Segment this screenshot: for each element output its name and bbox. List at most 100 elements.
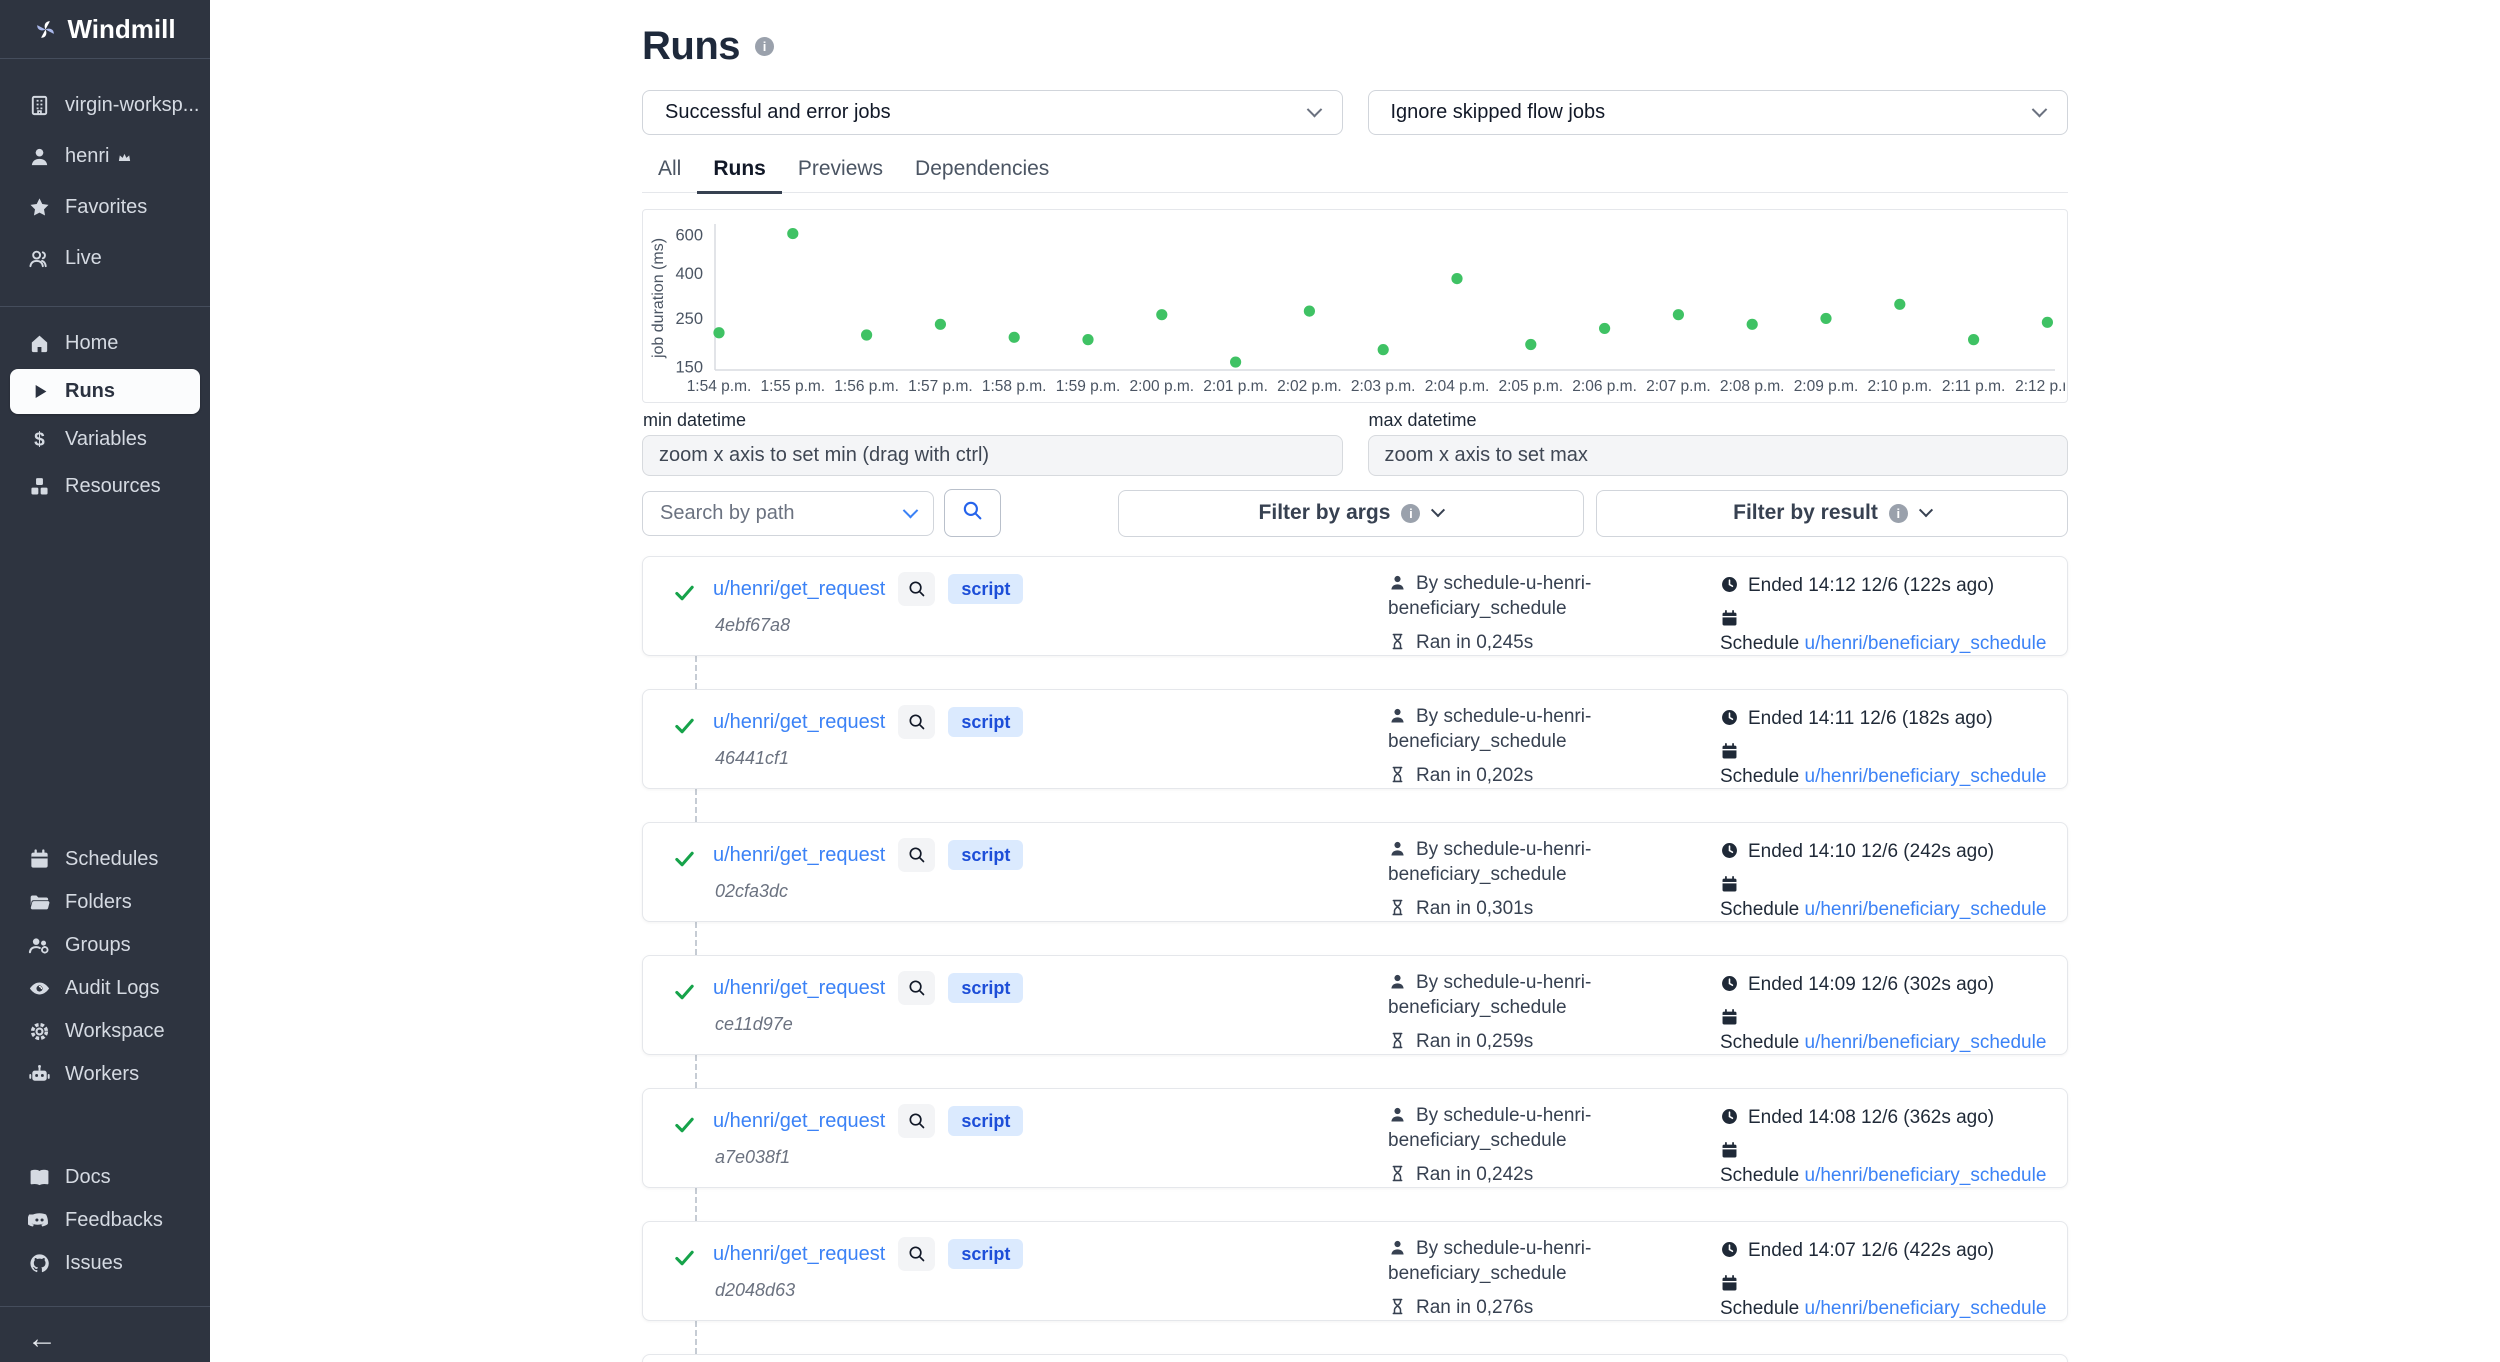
run-card[interactable]: u/henri/get_request script 4ebf67a8 By s…: [642, 556, 2068, 656]
job-kind-badge: script: [948, 1106, 1023, 1136]
book-icon: [27, 1166, 51, 1190]
chart-point[interactable]: [1230, 357, 1241, 368]
inspect-run-button[interactable]: [898, 971, 935, 1005]
skipped-flows-dropdown[interactable]: Ignore skipped flow jobs: [1368, 90, 2069, 135]
tab-all[interactable]: All: [642, 145, 697, 192]
sidebar-item-groups[interactable]: Groups: [0, 924, 210, 967]
chart-point[interactable]: [1156, 309, 1167, 320]
tab-runs[interactable]: Runs: [697, 145, 782, 194]
run-path-link[interactable]: u/henri/get_request: [713, 844, 885, 867]
sidebar-item-henri[interactable]: henri: [0, 131, 210, 182]
schedule-path-link[interactable]: u/henri/beneficiary_schedule: [1805, 1165, 2047, 1186]
calendar-icon: [1720, 742, 1739, 761]
sidebar-item-label: Workspace: [65, 1020, 165, 1043]
sidebar-item-folders[interactable]: Folders: [0, 881, 210, 924]
inspect-run-button[interactable]: [898, 1104, 935, 1138]
hourglass-icon: [1388, 1297, 1407, 1316]
run-card[interactable]: u/henri/get_request script 02cfa3dc By s…: [642, 822, 2068, 922]
run-card[interactable]: u/henri/get_request script By schedule-u…: [642, 1354, 2068, 1362]
sidebar-item-workspace[interactable]: Workspace: [0, 1010, 210, 1053]
schedule-path-link[interactable]: u/henri/beneficiary_schedule: [1805, 899, 2047, 920]
inspect-run-button[interactable]: [898, 705, 935, 739]
run-path-link[interactable]: u/henri/get_request: [713, 977, 885, 1000]
sidebar-item-runs[interactable]: Runs: [10, 369, 200, 414]
sidebar-item-issues[interactable]: Issues: [0, 1242, 210, 1285]
chart-point[interactable]: [861, 330, 872, 341]
schedule-path-link[interactable]: u/henri/beneficiary_schedule: [1805, 1032, 2047, 1053]
run-card[interactable]: u/henri/get_request script d2048d63 By s…: [642, 1221, 2068, 1321]
cubes-icon: [27, 475, 51, 499]
job-kind-dropdown[interactable]: Successful and error jobs: [642, 90, 1343, 135]
search-icon: [907, 579, 927, 599]
run-path-link[interactable]: u/henri/get_request: [713, 578, 885, 601]
schedule-path-link[interactable]: u/henri/beneficiary_schedule: [1805, 633, 2047, 654]
run-schedule-info: Ended 14:08 12/6 (362s ago) Schedule u/h…: [1720, 1106, 2067, 1188]
sidebar-item-workers[interactable]: Workers: [0, 1053, 210, 1096]
chart-point[interactable]: [1451, 273, 1462, 284]
chart-point[interactable]: [1747, 319, 1758, 330]
chart-point[interactable]: [1304, 306, 1315, 317]
run-duration: Ran in 0,242s: [1416, 1164, 1533, 1185]
sidebar-item-live[interactable]: Live: [0, 233, 210, 284]
sidebar-item-favorites[interactable]: Favorites: [0, 182, 210, 233]
run-card[interactable]: u/henri/get_request script 46441cf1 By s…: [642, 689, 2068, 789]
tab-previews[interactable]: Previews: [782, 145, 899, 192]
sidebar-item-virgin-worksp[interactable]: virgin-worksp...: [0, 80, 210, 131]
chart-point[interactable]: [1599, 323, 1610, 334]
run-card[interactable]: u/henri/get_request script ce11d97e By s…: [642, 955, 2068, 1055]
search-by-path-select[interactable]: Search by path: [642, 491, 934, 536]
dollar-icon: $: [27, 428, 51, 452]
sidebar-item-resources[interactable]: Resources: [0, 463, 210, 510]
run-card[interactable]: u/henri/get_request script a7e038f1 By s…: [642, 1088, 2068, 1188]
runs-duration-chart[interactable]: job duration (ms)6004002501501:54 p.m.1:…: [642, 209, 2068, 403]
run-by-line1: By schedule-u-henri-: [1416, 972, 1591, 993]
run-trigger-info: By schedule-u-henri- beneficiary_schedul…: [1388, 837, 1591, 921]
chart-point[interactable]: [787, 228, 798, 239]
chart-point[interactable]: [1009, 332, 1020, 343]
chart-x-tick-label: 1:59 p.m.: [1056, 378, 1121, 395]
discord-icon: [27, 1209, 51, 1233]
chart-point[interactable]: [1968, 334, 1979, 345]
max-datetime-input[interactable]: [1368, 435, 2069, 476]
schedule-path-link[interactable]: u/henri/beneficiary_schedule: [1805, 1298, 2047, 1319]
inspect-run-button[interactable]: [898, 838, 935, 872]
sidebar-item-audit-logs[interactable]: Audit Logs: [0, 967, 210, 1010]
sidebar-item-schedules[interactable]: Schedules: [0, 838, 210, 881]
filter-by-result-button[interactable]: Filter by result i: [1596, 490, 2068, 537]
min-datetime-input[interactable]: [642, 435, 1343, 476]
run-path-link[interactable]: u/henri/get_request: [713, 1243, 885, 1266]
sidebar-item-docs[interactable]: Docs: [0, 1156, 210, 1199]
info-icon[interactable]: i: [755, 37, 774, 56]
chart-point[interactable]: [1894, 299, 1905, 310]
windmill-logo[interactable]: Windmill: [0, 0, 210, 58]
chart-point[interactable]: [1525, 339, 1536, 350]
search-button[interactable]: [944, 489, 1001, 537]
chart-point[interactable]: [1378, 344, 1389, 355]
filter-by-args-button[interactable]: Filter by args i: [1118, 490, 1584, 537]
success-check-icon: [673, 980, 696, 1003]
chart-point[interactable]: [2042, 317, 2053, 328]
schedule-path-link[interactable]: u/henri/beneficiary_schedule: [1805, 766, 2047, 787]
chart-point[interactable]: [1082, 334, 1093, 345]
run-path-link[interactable]: u/henri/get_request: [713, 711, 885, 734]
collapse-sidebar-button[interactable]: ←: [27, 1324, 57, 1354]
inspect-run-button[interactable]: [898, 1237, 935, 1271]
svg-text:$: $: [34, 430, 45, 451]
chart-point[interactable]: [1820, 313, 1831, 324]
sidebar-item-label: Schedules: [65, 848, 158, 871]
sidebar-item-variables[interactable]: $Variables: [0, 416, 210, 463]
run-id: ce11d97e: [715, 1014, 793, 1035]
sidebar-item-feedbacks[interactable]: Feedbacks: [0, 1199, 210, 1242]
tab-dependencies[interactable]: Dependencies: [899, 145, 1065, 192]
success-check-icon: [673, 714, 696, 737]
chart-point[interactable]: [1673, 309, 1684, 320]
run-path-link[interactable]: u/henri/get_request: [713, 1110, 885, 1133]
clock-icon: [1720, 1107, 1739, 1126]
sidebar-item-home[interactable]: Home: [0, 320, 210, 367]
chart-point[interactable]: [713, 328, 724, 339]
run-trigger-info: By schedule-u-henri- beneficiary_schedul…: [1388, 1236, 1591, 1320]
info-icon[interactable]: i: [1401, 504, 1420, 523]
info-icon[interactable]: i: [1889, 504, 1908, 523]
chart-point[interactable]: [935, 319, 946, 330]
inspect-run-button[interactable]: [898, 572, 935, 606]
